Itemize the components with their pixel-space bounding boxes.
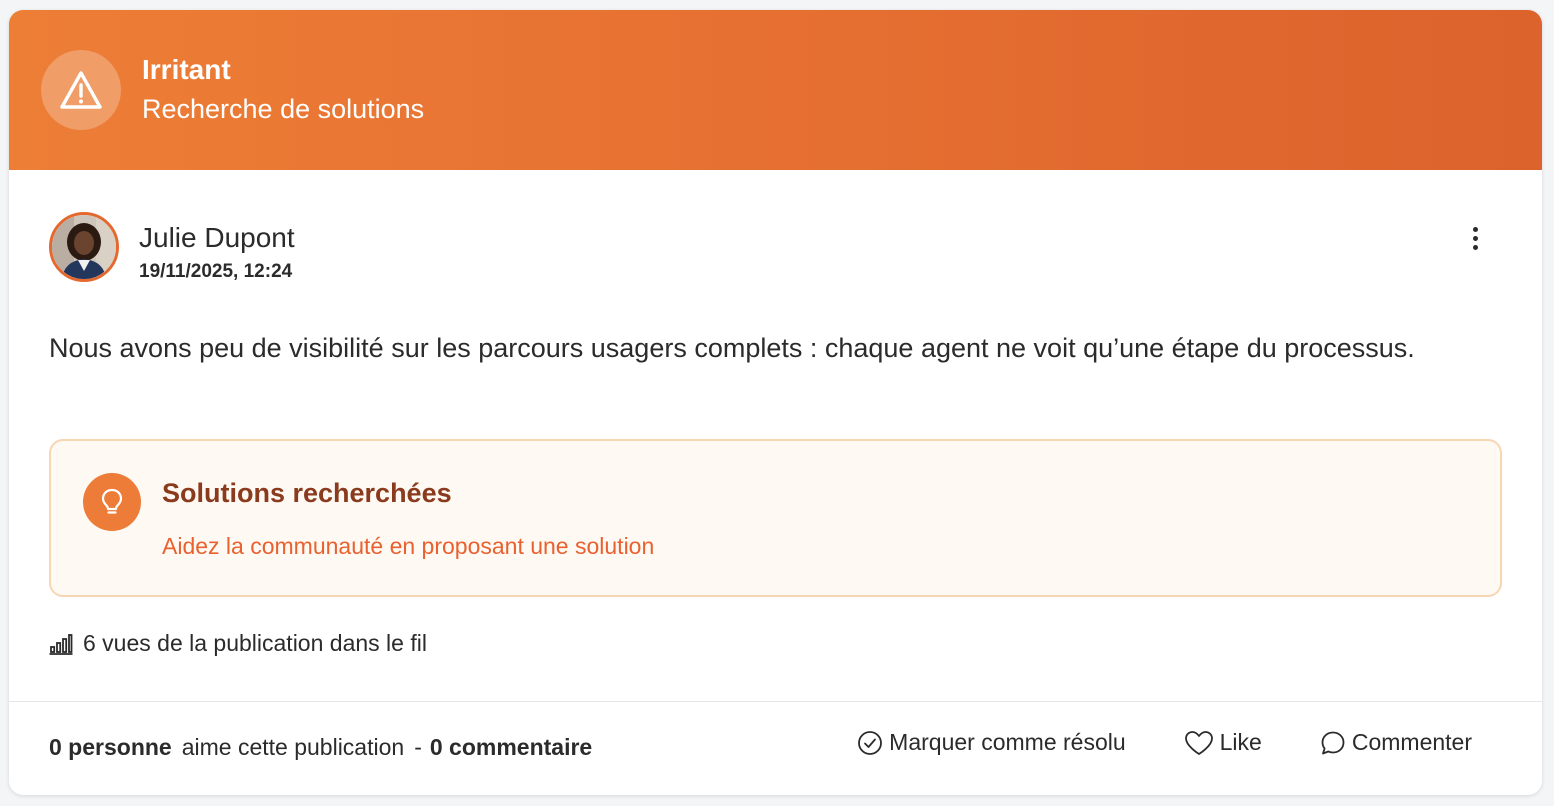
banner-subtitle: Recherche de solutions <box>142 94 425 124</box>
views-text: 6 vues de la publication dans le fil <box>83 630 427 656</box>
likes-count[interactable]: 0 personne <box>49 734 172 761</box>
warning-triangle-icon <box>41 50 121 130</box>
post-type-banner: Irritant Recherche de solutions <box>9 10 1542 170</box>
comment-button[interactable]: Commenter <box>1320 729 1472 756</box>
like-label: Like <box>1219 729 1262 755</box>
propose-solution-link[interactable]: Aidez la communauté en proposant une sol… <box>162 533 654 560</box>
post-card: Irritant Recherche de solutions Julie Du… <box>9 10 1542 795</box>
solutions-title: Solutions recherchées <box>162 478 452 508</box>
more-options-button[interactable] <box>1460 222 1490 254</box>
heart-icon <box>1184 730 1213 755</box>
check-circle-icon <box>858 730 883 755</box>
post-body-text: Nous avons peu de visibilité sur les par… <box>49 333 1415 363</box>
engagement-summary: 0 personne aime cette publication - 0 co… <box>49 734 592 761</box>
author-name[interactable]: Julie Dupont <box>139 222 295 254</box>
stats-separator: - <box>414 734 422 760</box>
lightbulb-icon <box>83 473 141 531</box>
banner-title: Irritant <box>142 54 231 85</box>
post-actions: Marquer comme résolu Like Commenter <box>857 729 1472 756</box>
solutions-callout[interactable]: Solutions recherchées Aidez la communaut… <box>49 439 1502 597</box>
like-button[interactable]: Like <box>1184 729 1262 756</box>
views-counter: 6 vues de la publication dans le fil <box>49 630 427 657</box>
mark-resolved-label: Marquer comme résolu <box>889 729 1126 755</box>
likes-text: aime cette publication <box>181 734 405 760</box>
mark-resolved-button[interactable]: Marquer comme résolu <box>857 729 1126 756</box>
footer-divider <box>9 701 1542 702</box>
comment-bubble-icon <box>1321 731 1345 754</box>
more-vertical-icon <box>1472 226 1478 232</box>
bar-chart-icon <box>49 633 73 655</box>
comment-label: Commenter <box>1351 729 1472 755</box>
avatar[interactable] <box>49 212 119 282</box>
post-date: 19/11/2025, 12:24 <box>139 261 293 282</box>
comments-count[interactable]: 0 commentaire <box>430 734 592 761</box>
